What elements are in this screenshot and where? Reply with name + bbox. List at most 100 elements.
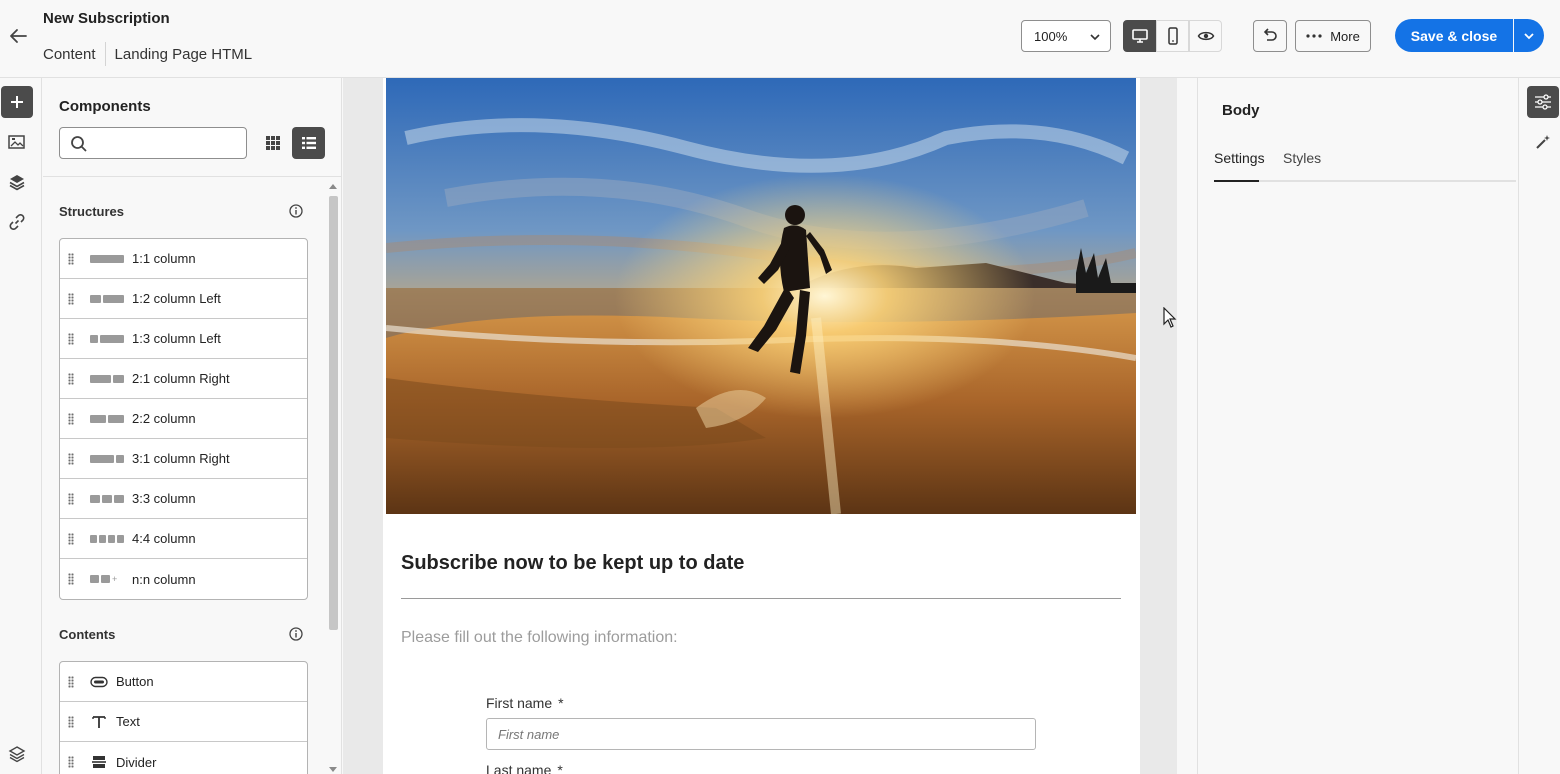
plus-icon [11, 96, 23, 108]
content-item-text[interactable]: Text [60, 702, 307, 742]
content-item-button[interactable]: Button [60, 662, 307, 702]
drag-handle-icon[interactable] [68, 412, 74, 425]
structure-item[interactable]: 1:3 column Left [60, 319, 307, 359]
drag-handle-icon[interactable] [68, 492, 74, 505]
content-label: Text [116, 714, 140, 729]
preview-button[interactable] [1189, 20, 1222, 52]
drag-handle-icon[interactable] [68, 573, 74, 585]
structure-item[interactable]: 3:3 column [60, 479, 307, 519]
left-tool-rail [0, 78, 42, 774]
last-name-label: Last name * [486, 762, 563, 774]
assets-tab-button[interactable] [1, 126, 33, 158]
structure-item[interactable]: 2:1 column Right [60, 359, 307, 399]
drag-handle-icon[interactable] [68, 252, 74, 265]
structure-item[interactable]: 4:4 column [60, 519, 307, 559]
structures-heading: Structures [59, 204, 125, 219]
button-icon [90, 673, 108, 691]
structure-label: 3:1 column Right [132, 451, 230, 466]
structure-label: 2:1 column Right [132, 371, 230, 386]
content-label: Divider [116, 754, 157, 770]
components-title: Components [59, 98, 151, 115]
save-close-button[interactable]: Save & close [1395, 19, 1513, 52]
info-icon[interactable] [289, 627, 303, 641]
list-view-toggle[interactable] [292, 127, 325, 159]
active-tab-indicator [1214, 180, 1259, 182]
structure-label: n:n column [132, 571, 196, 587]
settings-panel-button[interactable] [1527, 86, 1559, 118]
structure-n-n-icon: + [90, 575, 124, 584]
save-options-dropdown[interactable] [1514, 19, 1544, 52]
structure-item[interactable]: 1:2 column Left [60, 279, 307, 319]
back-arrow-icon[interactable] [6, 24, 30, 48]
layers-bottom-button[interactable] [1, 738, 33, 770]
info-icon[interactable] [289, 204, 303, 218]
undo-icon [1263, 28, 1277, 41]
more-button[interactable]: More [1295, 20, 1371, 52]
eye-icon [1197, 31, 1214, 41]
undo-button[interactable] [1253, 20, 1287, 52]
text-icon [90, 713, 108, 731]
subscribe-heading[interactable]: Subscribe now to be kept up to date [401, 552, 744, 575]
drag-handle-icon[interactable] [68, 756, 74, 768]
tab-styles[interactable]: Styles [1283, 150, 1321, 166]
structure-label: 3:3 column [132, 491, 196, 506]
last-name-label-text: Last name [486, 762, 552, 774]
right-tool-rail [1518, 78, 1560, 774]
structure-label: 4:4 column [132, 531, 196, 546]
grid-view-toggle[interactable] [257, 127, 289, 159]
properties-panel: Body Settings Styles [1197, 78, 1517, 774]
page-title: New Subscription [43, 10, 170, 27]
zoom-value: 100% [1034, 28, 1068, 44]
layers-tab-button[interactable] [1, 166, 33, 198]
drag-handle-icon[interactable] [68, 372, 74, 385]
structure-2-2-icon [90, 414, 124, 423]
ai-assistant-button[interactable] [1527, 126, 1559, 158]
contents-list: Button Text Divider [59, 661, 308, 774]
breadcrumb-landing-page[interactable]: Landing Page HTML [115, 46, 253, 63]
mobile-view-button[interactable] [1156, 20, 1189, 52]
view-mode-group [1123, 20, 1222, 52]
drag-handle-icon[interactable] [68, 332, 74, 345]
structure-item[interactable]: 2:2 column [60, 399, 307, 439]
landing-page-body[interactable]: Subscribe now to be kept up to date Plea… [383, 78, 1140, 774]
drag-handle-icon[interactable] [68, 532, 74, 545]
first-name-input[interactable]: First name [486, 718, 1036, 750]
sliders-icon [1535, 94, 1551, 110]
scrollbar-thumb[interactable] [329, 196, 338, 630]
tab-settings[interactable]: Settings [1214, 150, 1265, 166]
content-item-divider[interactable]: Divider [60, 742, 307, 774]
first-name-label: First name * [486, 695, 564, 711]
breadcrumb: Content Landing Page HTML [43, 42, 252, 66]
app-header: New Subscription Content Landing Page HT… [0, 0, 1560, 78]
components-scrollbar[interactable] [326, 178, 340, 774]
links-tab-button[interactable] [1, 206, 33, 238]
drag-handle-icon[interactable] [68, 292, 74, 305]
drag-handle-icon[interactable] [68, 715, 74, 728]
structure-item[interactable]: + n:n column [60, 559, 307, 599]
drag-handle-icon[interactable] [68, 675, 74, 688]
structure-item[interactable]: 3:1 column Right [60, 439, 307, 479]
editor-canvas[interactable]: Subscribe now to be kept up to date Plea… [343, 78, 1177, 774]
structure-4-4-icon [90, 534, 124, 543]
subscribe-intro-text[interactable]: Please fill out the following informatio… [401, 629, 678, 647]
structure-item[interactable]: 1:1 column [60, 239, 307, 279]
hero-image[interactable] [386, 78, 1136, 514]
structure-1-2-icon [90, 294, 124, 303]
scroll-up-arrow[interactable] [329, 184, 337, 189]
grid-icon [266, 136, 280, 150]
zoom-select[interactable]: 100% [1021, 20, 1111, 52]
desktop-view-button[interactable] [1123, 20, 1156, 52]
magic-wand-icon [1536, 135, 1550, 149]
first-name-label-text: First name [486, 695, 553, 711]
components-search-input[interactable] [59, 127, 247, 159]
components-tab-button[interactable] [1, 86, 33, 118]
required-marker: * [557, 762, 563, 774]
structure-1-3-icon [90, 334, 124, 343]
breadcrumb-content[interactable]: Content [43, 46, 96, 63]
scroll-down-arrow[interactable] [329, 767, 337, 772]
drag-handle-icon[interactable] [68, 452, 74, 465]
chevron-down-icon [1090, 34, 1100, 41]
structure-2-1-icon [90, 374, 124, 383]
structure-3-1-icon [90, 454, 124, 463]
structure-label: 1:3 column Left [132, 331, 221, 346]
